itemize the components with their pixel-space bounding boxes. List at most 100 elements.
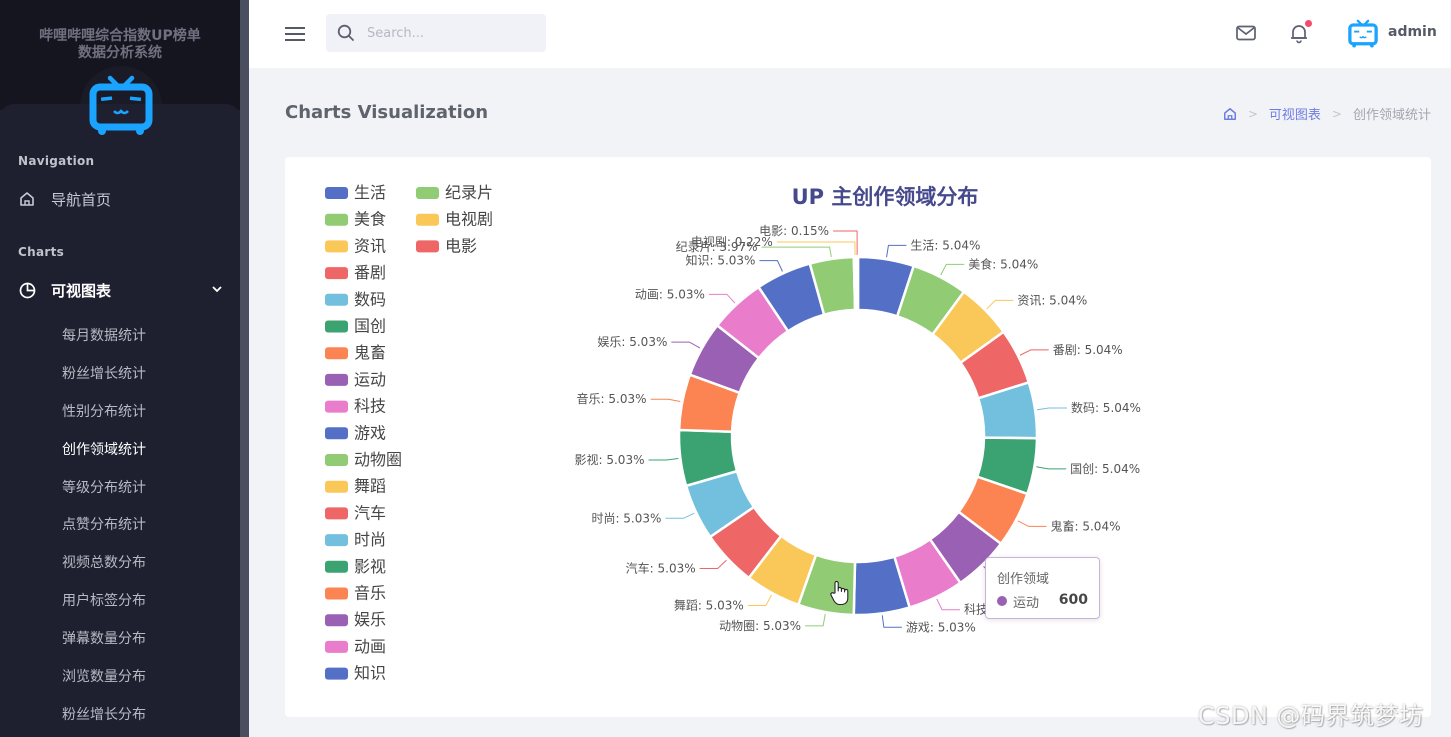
label-line [886,244,907,258]
sidebar-subitem-active[interactable]: 创作领域统计 [62,440,146,460]
legend-swatch [416,187,439,199]
breadcrumb-separator: > [1247,106,1258,121]
legend-label: 汽车 [354,503,386,522]
legend-item[interactable]: 资讯 [325,236,386,255]
sidebar-subitem[interactable]: 浏览数量分布 [62,667,146,687]
sidebar-scrollbar[interactable] [240,0,249,737]
slice-label: 美食: 5.04% [968,256,1038,271]
breadcrumb-current: 创作领域统计 [1352,108,1431,123]
legend-item[interactable]: 美食 [325,210,386,229]
legend-label: 美食 [354,210,386,229]
sidebar-subitem[interactable]: 视频总数分布 [62,553,146,573]
watermark: CSDN @码界筑梦坊 [1198,702,1424,730]
sidebar-item-home[interactable]: 导航首页 [18,184,230,214]
donut-slice[interactable] [855,255,860,312]
legend-label: 国创 [354,317,386,336]
legend-label: 影视 [354,557,386,576]
legend-label: 动画 [354,637,386,656]
slice-label: 国创: 5.04% [1070,462,1140,476]
sidebar-subitem[interactable]: 性别分布统计 [62,402,146,422]
slice-label: 动物圈: 5.03% [719,619,801,633]
legend-label: 资讯 [354,236,386,255]
tooltip-value: 600 [1058,592,1088,608]
bilibili-tv-logo-icon[interactable] [88,72,154,136]
legend-label: 科技 [354,397,386,416]
home-icon[interactable] [1223,107,1237,121]
legend-swatch [325,213,348,226]
label-line [1017,520,1047,527]
sidebar-subitem[interactable]: 弹幕数量分布 [62,629,146,649]
chart-tooltip: 创作领域 运动 600 [985,557,1100,619]
legend-item[interactable]: 国创 [325,317,386,336]
legend-swatch [325,480,348,493]
sidebar-subitem[interactable]: 用户标签分布 [62,591,146,611]
legend-item[interactable]: 电影 [416,236,477,255]
legend-label: 数码 [354,290,386,309]
legend-swatch [325,347,348,360]
legend-swatch [325,400,348,413]
legend-swatch [325,667,348,680]
label-line [759,260,783,272]
hand-cursor-icon [830,580,849,606]
label-line [648,457,679,461]
legend-item[interactable]: 娱乐 [325,610,386,629]
label-line [776,241,856,256]
legend-label: 运动 [354,370,386,389]
legend-item[interactable]: 音乐 [325,584,386,603]
mail-icon[interactable] [1235,22,1257,44]
sidebar-subitem[interactable]: 点赞分布统计 [62,515,146,535]
chevron-down-icon[interactable] [210,282,224,296]
search-input[interactable] [367,25,517,41]
legend-swatch [325,507,348,520]
legend-item[interactable]: 时尚 [325,530,386,549]
sidebar-subitem[interactable]: 等级分布统计 [62,478,146,498]
legend-item[interactable]: 科技 [325,397,386,416]
sidebar-subitem[interactable]: 粉丝增长分布 [62,705,146,725]
legend-swatch [325,640,348,653]
label-line [940,263,965,276]
legend-item[interactable]: 汽车 [325,503,386,522]
username[interactable]: admin [1388,24,1437,40]
legend-item[interactable]: 影视 [325,557,386,576]
legend-item[interactable]: 番剧 [325,263,386,282]
legend-label: 舞蹈 [354,477,386,496]
label-line [1019,349,1049,356]
legend-item[interactable]: 知识 [325,664,386,683]
legend-item[interactable]: 鬼畜 [325,343,386,362]
sidebar-item-charts[interactable]: 可视图表 [18,275,230,305]
slice-label: 数码: 5.04% [1071,400,1141,415]
sidebar-subitem[interactable]: 每月数据统计 [62,326,146,346]
chart-legend: 生活美食资讯番剧数码国创鬼畜运动科技游戏动物圈舞蹈汽车时尚影视音乐娱乐动画知识 纪… [325,183,493,683]
brand-title: 哔哩哔哩综合指数UP榜单 数据分析系统 [0,28,240,62]
legend-item[interactable]: 数码 [325,290,386,309]
legend-item[interactable]: 运动 [325,370,386,389]
slice-label: 游戏: 5.03% [906,620,976,634]
legend-item[interactable]: 纪录片 [416,183,493,202]
legend-label: 番剧 [354,263,386,282]
chart-card: UP 主创作领域分布 生活美食资讯番剧数码国创鬼畜运动科技游戏动物圈舞蹈汽车时尚… [285,157,1431,717]
legend-swatch [416,240,439,253]
label-line [1036,466,1067,470]
chart-title: UP 主创作领域分布 [792,185,979,209]
legend-item[interactable]: 生活 [325,183,386,202]
label-line [708,293,736,304]
legend-swatch [325,560,348,573]
legend-swatch [325,267,348,280]
breadcrumb-separator: > [1331,106,1342,121]
legend-item[interactable]: 动物圈 [325,450,402,469]
legend-item[interactable]: 电视剧 [416,210,493,229]
legend-item[interactable]: 游戏 [325,423,386,442]
legend-swatch [325,614,348,627]
breadcrumb-link[interactable]: 可视图表 [1269,104,1321,123]
sidebar-subitem[interactable]: 粉丝增长统计 [62,364,146,384]
tooltip-title: 创作领域 [997,572,1050,587]
label-line [665,512,695,519]
tooltip-marker [997,596,1007,606]
menu-icon[interactable] [285,26,305,42]
label-line [936,598,961,611]
legend-item[interactable]: 动画 [325,637,386,656]
legend-item[interactable]: 舞蹈 [325,477,386,496]
search-box[interactable] [326,14,546,52]
avatar[interactable] [1347,18,1379,48]
label-line [747,594,772,607]
